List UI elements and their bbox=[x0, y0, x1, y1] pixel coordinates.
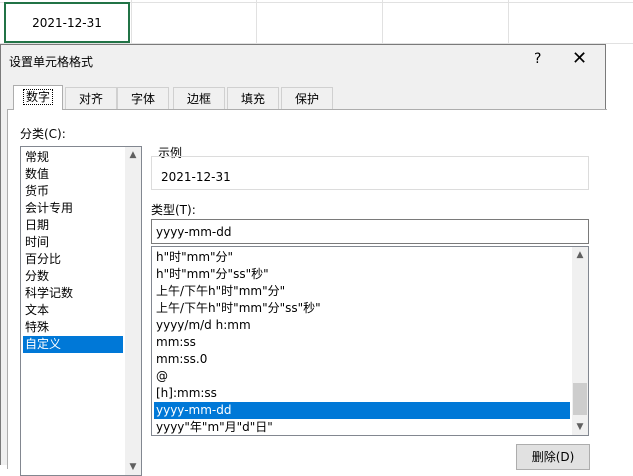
format-cells-dialog: 设置单元格格式 ? ✕ 数字 对齐 字体 边框 填充 保护 分类(C): 常规 … bbox=[0, 44, 607, 476]
tab-label: 填充 bbox=[240, 92, 265, 106]
list-item[interactable]: h"时"mm"分"ss"秒" bbox=[154, 266, 570, 283]
tab-border[interactable]: 边框 bbox=[173, 87, 225, 109]
list-item[interactable]: 货币 bbox=[23, 183, 123, 200]
selected-cell[interactable]: 2021-12-31 bbox=[4, 2, 130, 43]
tab-alignment[interactable]: 对齐 bbox=[65, 87, 117, 109]
list-item[interactable]: [h]:mm:ss bbox=[154, 385, 570, 402]
delete-button[interactable]: 删除(D) bbox=[516, 444, 590, 470]
list-item[interactable]: h"时"mm"分" bbox=[154, 249, 570, 266]
type-input-value: yyyy-mm-dd bbox=[156, 225, 232, 239]
category-list[interactable]: 常规 数值 货币 会计专用 日期 时间 百分比 分数 科学记数 文本 特殊 自定… bbox=[20, 146, 142, 476]
format-scrollbar[interactable]: ▲ ▼ bbox=[572, 247, 588, 435]
tab-label: 数字 bbox=[22, 89, 54, 105]
list-item[interactable]: 文本 bbox=[23, 302, 123, 319]
tab-label: 边框 bbox=[186, 92, 211, 106]
type-input[interactable]: yyyy-mm-dd bbox=[151, 219, 589, 244]
tab-label: 字体 bbox=[130, 92, 155, 106]
scroll-down-arrow-icon[interactable]: ▼ bbox=[572, 419, 588, 435]
list-item[interactable]: mm:ss bbox=[154, 334, 570, 351]
tab-protection[interactable]: 保护 bbox=[281, 87, 333, 109]
scroll-up-arrow-icon[interactable]: ▲ bbox=[572, 247, 588, 263]
list-item[interactable]: 科学记数 bbox=[23, 285, 123, 302]
dialog-title: 设置单元格格式 bbox=[9, 55, 94, 69]
list-item[interactable]: 时间 bbox=[23, 234, 123, 251]
scroll-thumb[interactable] bbox=[573, 383, 587, 415]
cell-value: 2021-12-31 bbox=[32, 16, 102, 30]
list-item[interactable]: 数值 bbox=[23, 166, 123, 183]
tab-label: 保护 bbox=[294, 92, 319, 106]
list-item[interactable]: 特殊 bbox=[23, 319, 123, 336]
close-button[interactable]: ✕ bbox=[572, 48, 587, 69]
help-button[interactable]: ? bbox=[534, 51, 541, 67]
scroll-up-arrow-icon[interactable]: ▲ bbox=[125, 147, 141, 163]
category-label: 分类(C): bbox=[20, 127, 66, 141]
list-item[interactable]: 上午/下午h"时"mm"分"ss"秒" bbox=[154, 300, 570, 317]
sample-value: 2021-12-31 bbox=[161, 170, 231, 184]
list-item[interactable]: 日期 bbox=[23, 217, 123, 234]
tab-number[interactable]: 数字 bbox=[13, 85, 63, 110]
list-item[interactable]: @ bbox=[154, 368, 570, 385]
list-item[interactable]: 上午/下午h"时"mm"分" bbox=[154, 283, 570, 300]
list-item[interactable]: 分数 bbox=[23, 268, 123, 285]
format-list[interactable]: h"时"mm"分" h"时"mm"分"ss"秒" 上午/下午h"时"mm"分" … bbox=[151, 246, 589, 436]
list-item[interactable]: 百分比 bbox=[23, 251, 123, 268]
type-label: 类型(T): bbox=[151, 203, 196, 217]
list-item[interactable]: yyyy"年"m"月"d"日" bbox=[154, 419, 570, 435]
list-item[interactable]: yyyy/m/d h:mm bbox=[154, 317, 570, 334]
list-item-selected[interactable]: yyyy-mm-dd bbox=[154, 402, 570, 419]
list-item[interactable]: 会计专用 bbox=[23, 200, 123, 217]
tab-label: 对齐 bbox=[78, 92, 103, 106]
list-item-selected[interactable]: 自定义 bbox=[23, 336, 123, 353]
tab-fill[interactable]: 填充 bbox=[227, 87, 279, 109]
list-item[interactable]: 常规 bbox=[23, 149, 123, 166]
tab-font[interactable]: 字体 bbox=[117, 87, 169, 109]
list-item[interactable]: mm:ss.0 bbox=[154, 351, 570, 368]
category-scrollbar[interactable]: ▲ ▼ bbox=[125, 147, 141, 475]
scroll-down-arrow-icon[interactable]: ▼ bbox=[125, 459, 141, 475]
